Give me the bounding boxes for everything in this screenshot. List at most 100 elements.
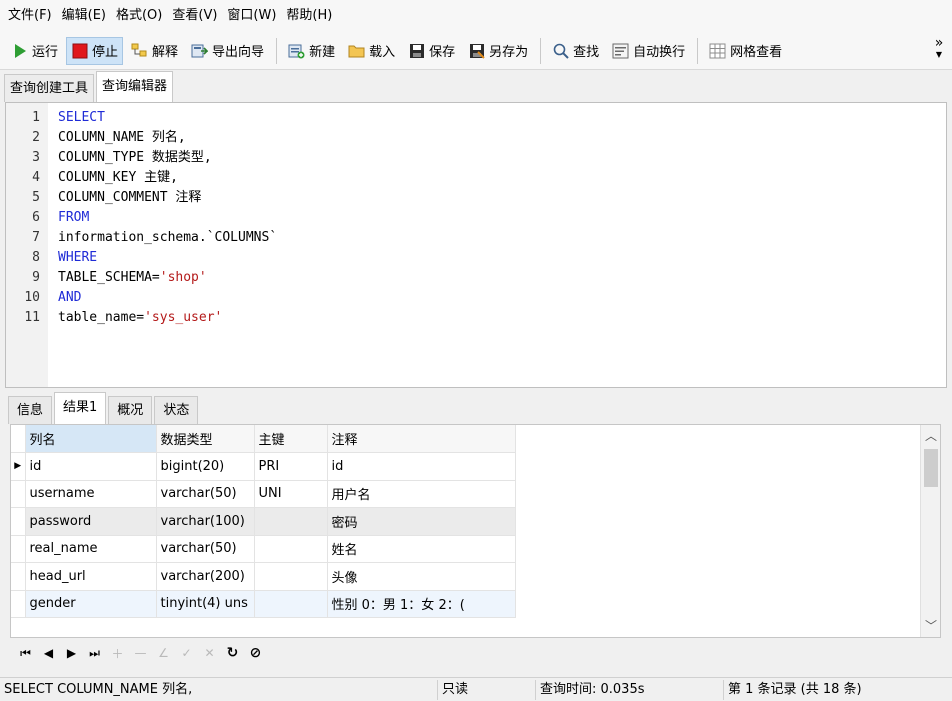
save-as-button[interactable]: 另存为 [463,37,533,65]
table-cell[interactable]: id [327,452,516,481]
result-tab-bar: 信息 结果1 概况 状态 [0,388,952,424]
table-cell[interactable]: head_url [25,562,157,591]
explain-button[interactable]: 解释 [126,37,183,65]
table-cell[interactable]: 用户名 [327,480,516,508]
explain-icon [131,42,148,59]
word-wrap-label: 自动换行 [633,45,686,60]
toolbar-overflow-button[interactable]: » ▼ [932,34,946,66]
table-cell[interactable]: varchar(50) [156,480,255,508]
code-text: information_schema.`COLUMNS` [58,230,278,245]
load-button[interactable]: 载入 [343,37,400,65]
line-number: 2 [32,130,40,145]
table-cell[interactable]: 姓名 [327,535,516,563]
run-button[interactable]: 运行 [6,37,63,65]
column-header[interactable]: 主键 [254,425,328,453]
table-cell[interactable] [254,507,328,536]
menu-format[interactable]: 格式(O) [111,0,167,32]
refresh-icon[interactable]: ↻ [223,643,242,663]
table-row[interactable]: head_url varchar(200) 头像 [11,562,516,591]
tab-profile[interactable]: 概况 [108,396,153,424]
search-icon [552,42,569,59]
table-cell[interactable] [254,535,328,563]
status-sql: SELECT COLUMN_NAME 列名, [0,679,438,700]
code-line: 5 COLUMN_COMMENT 注释 [6,188,946,208]
table-cell[interactable] [254,590,328,618]
table-row[interactable]: username varchar(50) UNI 用户名 [11,480,516,508]
edit-record-icon[interactable]: ∠ [154,643,173,663]
table-cell[interactable]: tinyint(4) uns [156,590,255,618]
line-number: 9 [32,270,40,285]
table-cell[interactable] [254,562,328,591]
delete-record-icon[interactable]: — [131,643,150,663]
tab-result1[interactable]: 结果1 [54,392,107,424]
new-icon [288,42,305,59]
discard-changes-icon[interactable]: ✕ [200,643,219,663]
table-row[interactable]: ▶ id bigint(20) PRI id [11,452,516,481]
find-button[interactable]: 查找 [547,37,604,65]
menu-view[interactable]: 查看(V) [167,0,222,32]
next-record-icon[interactable]: ▶ [62,643,81,663]
editor-tab-bar: 查询创建工具 查询编辑器 [0,70,952,102]
result-grid[interactable]: 列名 数据类型 主键 注释 ▶ id bigint(20) PRI id use… [10,424,941,638]
line-number: 1 [32,110,40,125]
table-cell[interactable]: password [25,507,157,536]
code-line: 6 FROM [6,208,946,228]
scroll-down-icon[interactable]: ﹀ [921,617,940,635]
table-cell[interactable]: PRI [254,452,328,481]
table-cell[interactable]: username [25,480,157,508]
previous-record-icon[interactable]: ◀ [39,643,58,663]
tab-info[interactable]: 信息 [8,396,53,424]
table-cell[interactable]: 性别 0：男 1：女 2：( [327,590,516,618]
line-number: 6 [32,210,40,225]
menu-file[interactable]: 文件(F) [3,0,57,32]
scroll-thumb[interactable] [924,449,938,487]
table-cell[interactable]: id [25,452,157,481]
first-record-icon[interactable]: ⏮ [16,643,35,663]
row-indicator [11,507,26,536]
table-cell[interactable]: varchar(50) [156,535,255,563]
sql-editor[interactable]: 1 SELECT 2 COLUMN_NAME 列名, 3 COLUMN_TYPE 数据… [5,102,947,388]
table-cell[interactable]: real_name [25,535,157,563]
add-record-icon[interactable]: ＋ [108,643,127,663]
row-indicator [11,562,26,591]
code-line: 10 AND [6,288,946,308]
vertical-scrollbar[interactable]: ︿ ﹀ [920,425,940,637]
table-cell[interactable]: bigint(20) [156,452,255,481]
save-as-label: 另存为 [489,45,529,60]
new-query-button[interactable]: 新建 [283,37,340,65]
menu-edit[interactable]: 编辑(E) [57,0,111,32]
apply-changes-icon[interactable]: ✓ [177,643,196,663]
tab-query-builder[interactable]: 查询创建工具 [4,74,95,102]
word-wrap-icon [612,42,629,59]
tab-query-editor[interactable]: 查询编辑器 [96,71,174,102]
code-text: COLUMN_NAME 列名, [58,130,186,145]
table-row[interactable]: password varchar(100) 密码 [11,507,516,536]
current-row-indicator-icon: ▶ [11,452,26,481]
table-cell[interactable]: 密码 [327,507,516,536]
menu-window[interactable]: 窗口(W) [222,0,281,32]
stop-button[interactable]: 停止 [66,36,124,65]
table-cell[interactable]: varchar(100) [156,507,255,536]
last-record-icon[interactable]: ⏭ [85,643,104,663]
column-header[interactable]: 列名 [25,425,157,453]
grid-view-button[interactable]: 网格查看 [704,37,787,65]
table-cell[interactable]: UNI [254,480,328,508]
scroll-up-icon[interactable]: ︿ [921,427,940,445]
export-wizard-button[interactable]: 导出向导 [186,37,269,65]
column-header[interactable]: 数据类型 [156,425,255,453]
stop-label: 停止 [92,45,119,60]
table-cell[interactable]: varchar(200) [156,562,255,591]
table-row[interactable]: real_name varchar(50) 姓名 [11,535,516,563]
table-cell[interactable]: gender [25,590,157,618]
table-row[interactable]: gender tinyint(4) uns 性别 0：男 1：女 2：( [11,590,516,618]
tab-status[interactable]: 状态 [154,396,199,424]
menu-help[interactable]: 帮助(H) [281,0,337,32]
column-header[interactable]: 注释 [327,425,516,453]
table-cell[interactable]: 头像 [327,562,516,591]
row-indicator [11,590,26,618]
word-wrap-button[interactable]: 自动换行 [607,37,690,65]
code-line: 1 SELECT [6,108,946,128]
stop-fetch-icon[interactable]: ⊘ [246,643,265,663]
caret-down-icon: ▼ [935,50,943,59]
save-button[interactable]: 保存 [403,37,460,65]
